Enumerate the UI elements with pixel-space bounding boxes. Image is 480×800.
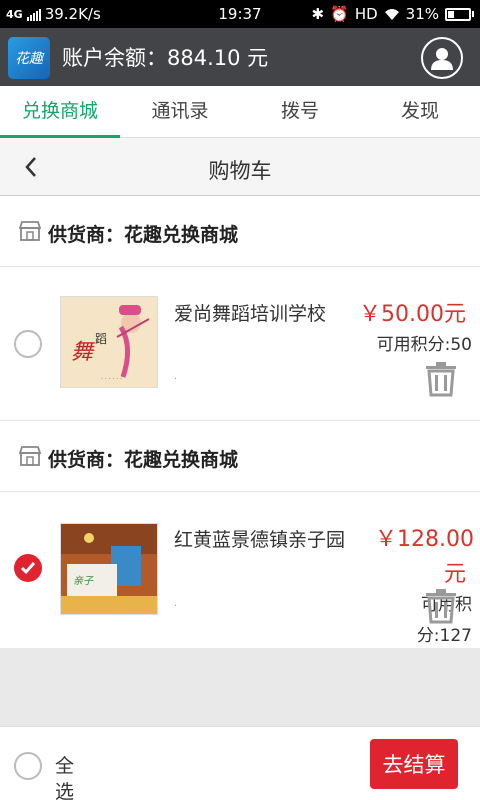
supplier-header: 供货商：花趣兑换商城 — [0, 422, 480, 492]
tab-contacts[interactable]: 通讯录 — [120, 86, 240, 137]
supplier-header: 供货商：花趣兑换商城 — [0, 197, 480, 267]
account-balance: 账户余额：884.10 元 — [62, 46, 269, 70]
tab-dialer[interactable]: 拨号 — [240, 86, 360, 137]
item-dot: . — [174, 371, 178, 382]
cart-item: 舞 蹈 · · · · · · 爱尚舞蹈培训学校 ￥50.00元 可用积分:50… — [0, 267, 480, 421]
kindergarten-photo-image: 亲子 — [61, 524, 157, 614]
battery-percent: 31% — [405, 5, 439, 23]
user-icon — [431, 48, 453, 70]
checkout-button[interactable]: 去结算 — [370, 739, 458, 789]
delete-button[interactable] — [423, 361, 459, 397]
select-all-checkbox[interactable] — [14, 752, 42, 780]
product-price: ￥50.00元 — [359, 302, 466, 327]
product-name[interactable]: 爱尚舞蹈培训学校 — [174, 299, 346, 326]
product-price-unit: 元 — [443, 562, 466, 587]
supplier-name: 供货商：花趣兑换商城 — [48, 224, 239, 246]
dance-poster-image: 舞 蹈 · · · · · · — [61, 297, 157, 387]
battery-fill — [448, 10, 454, 18]
checkout-bar: 全选 去结算 — [0, 726, 480, 800]
product-price: ￥128.00 — [375, 527, 474, 552]
trash-icon — [426, 589, 456, 624]
main-tabs: 兑换商城 通讯录 拨号 发现 — [0, 86, 480, 138]
page-title-bar: 购物车 — [0, 138, 480, 196]
svg-text:蹈: 蹈 — [95, 332, 107, 346]
available-points-continued: 分:127 — [416, 626, 472, 646]
wifi-icon — [384, 8, 399, 20]
product-thumbnail[interactable]: 亲子 — [60, 523, 158, 615]
checkmark-icon — [20, 562, 36, 575]
svg-text:亲子: 亲子 — [73, 575, 94, 587]
battery-tip — [472, 11, 474, 17]
cart-empty-area — [0, 648, 480, 726]
tab-discover[interactable]: 发现 — [360, 86, 480, 137]
available-points: 可用积分:50 — [376, 335, 472, 355]
bluetooth-icon: ✱ — [311, 5, 325, 23]
store-icon — [18, 446, 42, 466]
product-name[interactable]: 红黄蓝景德镇亲子园 — [174, 525, 346, 552]
item-checkbox[interactable] — [14, 554, 42, 582]
battery-icon — [445, 7, 471, 21]
trash-icon — [426, 362, 456, 397]
item-dot: . — [174, 598, 178, 609]
product-thumbnail[interactable]: 舞 蹈 · · · · · · — [60, 296, 158, 388]
select-all-label[interactable]: 全选 — [55, 753, 81, 800]
tab-exchange-mall[interactable]: 兑换商城 — [0, 86, 120, 138]
supplier-name: 供货商：花趣兑换商城 — [48, 449, 239, 471]
profile-button[interactable] — [421, 37, 463, 79]
page-title: 购物车 — [208, 159, 272, 183]
status-bar: 4G 39.2K/s 19:37 ✱ ⏰ HD 31% — [0, 0, 480, 28]
alarm-icon: ⏰ — [330, 5, 349, 23]
store-icon — [18, 221, 42, 241]
item-checkbox[interactable] — [14, 330, 42, 358]
cart-item: 亲子 红黄蓝景德镇亲子园 ￥128.00 元 可用积 分:127 . — [0, 492, 480, 648]
app-header: 花趣 账户余额：884.10 元 — [0, 28, 480, 86]
svg-text:舞: 舞 — [71, 340, 95, 365]
delete-button[interactable] — [423, 588, 459, 624]
svg-text:· · · · · ·: · · · · · · — [101, 376, 122, 383]
hd-label: HD — [354, 5, 378, 23]
app-logo: 花趣 — [8, 37, 50, 79]
